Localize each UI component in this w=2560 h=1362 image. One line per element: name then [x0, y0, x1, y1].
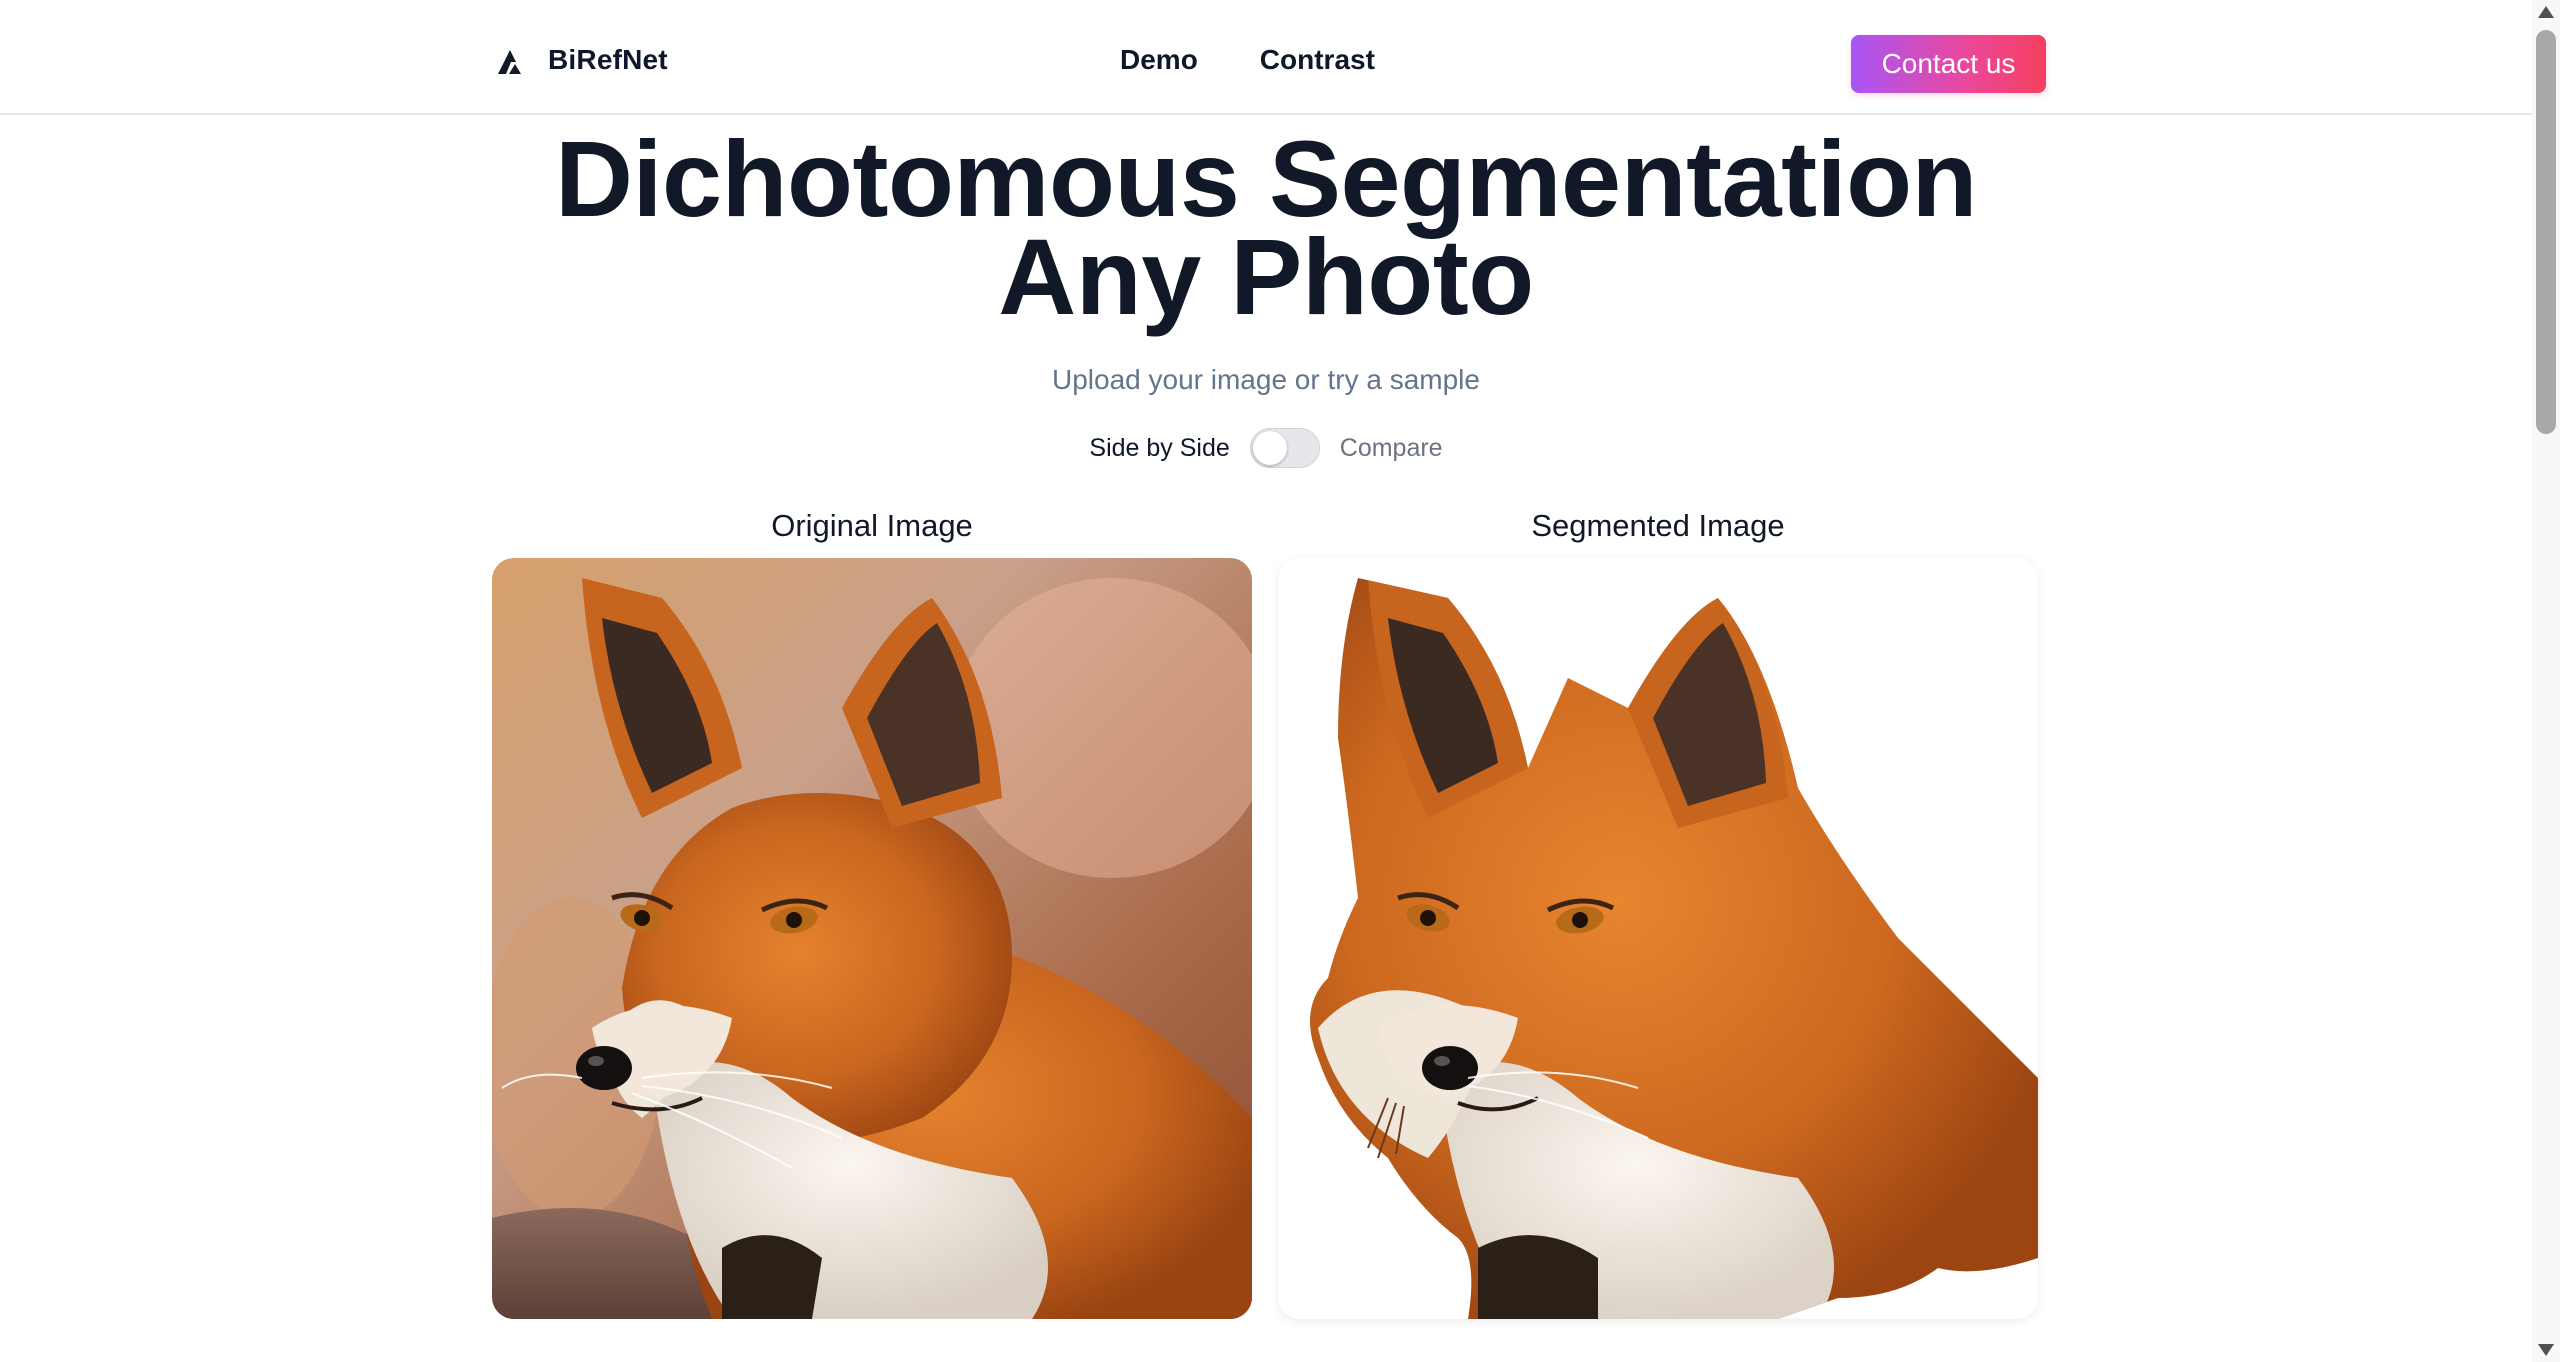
scroll-up-arrow-icon[interactable]: [2538, 6, 2554, 18]
compare-switch[interactable]: [1249, 428, 1320, 468]
contact-us-button[interactable]: Contact us: [1851, 35, 2046, 93]
birefnet-logo-icon: [498, 50, 521, 74]
page-title: Dichotomous Segmentation Any Photo: [0, 118, 2532, 337]
nav-demo-link[interactable]: Demo: [1120, 44, 1198, 76]
original-image-panel[interactable]: [492, 558, 1252, 1319]
fox-photo: [492, 558, 1252, 1319]
side-by-side-label[interactable]: Side by Side: [1089, 434, 1229, 463]
switch-knob: [1252, 431, 1287, 465]
view-mode-toggle: Side by Side Compare: [0, 428, 2532, 468]
page-subtitle: Upload your image or try a sample: [1052, 364, 1480, 395]
fox-cutout: [1278, 558, 2038, 1319]
compare-label[interactable]: Compare: [1340, 434, 1443, 463]
original-image-label: Original Image: [771, 508, 973, 543]
top-navbar: BiRefNet Demo Contrast Contact us: [0, 0, 2532, 115]
segmented-image-panel[interactable]: [1278, 558, 2038, 1319]
page-scrollbar[interactable]: [2532, 0, 2560, 1362]
title-line-1: Dichotomous Segmentation: [554, 118, 1978, 239]
brand-home-link[interactable]: BiRefNet: [494, 42, 668, 78]
scroll-thumb[interactable]: [2536, 30, 2556, 434]
scroll-down-arrow-icon[interactable]: [2538, 1344, 2554, 1356]
brand-name: BiRefNet: [548, 44, 668, 75]
title-line-2: Any Photo: [998, 216, 1534, 337]
nav-contrast-link[interactable]: Contrast: [1260, 44, 1375, 76]
segmented-image-label: Segmented Image: [1531, 508, 1785, 543]
main-nav: Demo Contrast: [1120, 44, 1375, 76]
